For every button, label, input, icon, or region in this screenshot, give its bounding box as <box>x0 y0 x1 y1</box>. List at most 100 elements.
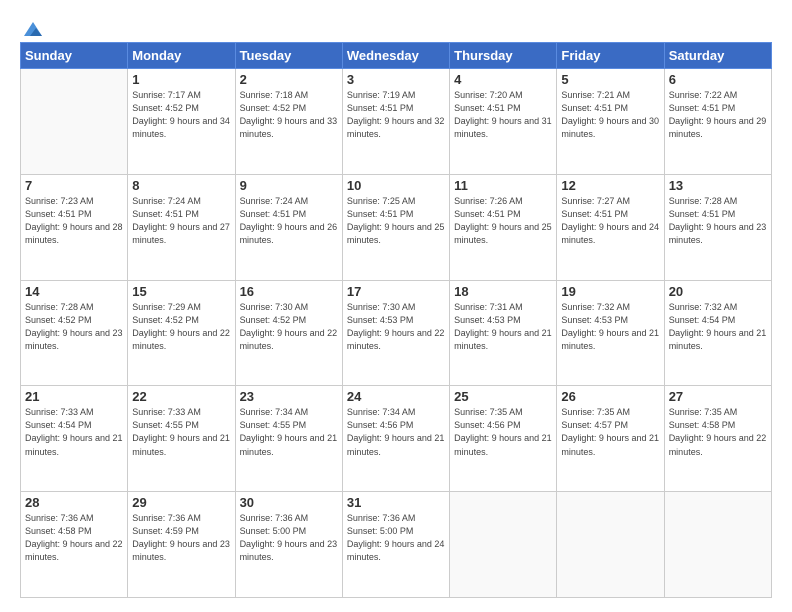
day-cell <box>557 492 664 598</box>
day-info: Sunrise: 7:34 AMSunset: 4:56 PMDaylight:… <box>347 406 445 458</box>
col-header-monday: Monday <box>128 43 235 69</box>
day-info: Sunrise: 7:36 AMSunset: 4:58 PMDaylight:… <box>25 512 123 564</box>
day-info: Sunrise: 7:32 AMSunset: 4:53 PMDaylight:… <box>561 301 659 353</box>
day-info: Sunrise: 7:30 AMSunset: 4:52 PMDaylight:… <box>240 301 338 353</box>
day-number: 20 <box>669 284 767 299</box>
day-number: 8 <box>132 178 230 193</box>
day-info: Sunrise: 7:18 AMSunset: 4:52 PMDaylight:… <box>240 89 338 141</box>
day-cell: 15 Sunrise: 7:29 AMSunset: 4:52 PMDayligh… <box>128 280 235 386</box>
week-row-2: 7Sunrise: 7:23 AMSunset: 4:51 PMDaylight… <box>21 174 772 280</box>
day-cell: 26 Sunrise: 7:35 AMSunset: 4:57 PMDayligh… <box>557 386 664 492</box>
day-number: 1 <box>132 72 230 87</box>
day-cell: 23 Sunrise: 7:34 AMSunset: 4:55 PMDayligh… <box>235 386 342 492</box>
day-number: 31 <box>347 495 445 510</box>
day-number: 15 <box>132 284 230 299</box>
day-cell <box>21 69 128 175</box>
day-info: Sunrise: 7:28 AMSunset: 4:51 PMDaylight:… <box>669 195 767 247</box>
day-cell: 9 Sunrise: 7:24 AMSunset: 4:51 PMDaylight… <box>235 174 342 280</box>
day-info: Sunrise: 7:29 AMSunset: 4:52 PMDaylight:… <box>132 301 230 353</box>
col-header-saturday: Saturday <box>664 43 771 69</box>
week-row-1: 1 Sunrise: 7:17 AMSunset: 4:52 PMDaylight… <box>21 69 772 175</box>
day-cell: 21 Sunrise: 7:33 AMSunset: 4:54 PMDayligh… <box>21 386 128 492</box>
day-number: 22 <box>132 389 230 404</box>
day-cell: 29Sunrise: 7:36 AMSunset: 4:59 PMDayligh… <box>128 492 235 598</box>
logo-icon <box>22 18 44 40</box>
day-cell: 10 Sunrise: 7:25 AMSunset: 4:51 PMDayligh… <box>342 174 449 280</box>
calendar-table: SundayMondayTuesdayWednesdayThursdayFrid… <box>20 42 772 598</box>
day-cell: 24Sunrise: 7:34 AMSunset: 4:56 PMDayligh… <box>342 386 449 492</box>
day-cell: 13 Sunrise: 7:28 AMSunset: 4:51 PMDayligh… <box>664 174 771 280</box>
day-cell: 4 Sunrise: 7:20 AMSunset: 4:51 PMDaylight… <box>450 69 557 175</box>
week-row-4: 21 Sunrise: 7:33 AMSunset: 4:54 PMDayligh… <box>21 386 772 492</box>
day-cell <box>664 492 771 598</box>
col-header-thursday: Thursday <box>450 43 557 69</box>
day-info: Sunrise: 7:35 AMSunset: 4:56 PMDaylight:… <box>454 406 552 458</box>
day-info: Sunrise: 7:24 AMSunset: 4:51 PMDaylight:… <box>240 195 338 247</box>
day-number: 13 <box>669 178 767 193</box>
day-info: Sunrise: 7:22 AMSunset: 4:51 PMDaylight:… <box>669 89 767 141</box>
day-number: 16 <box>240 284 338 299</box>
day-info: Sunrise: 7:25 AMSunset: 4:51 PMDaylight:… <box>347 195 445 247</box>
day-cell: 28 Sunrise: 7:36 AMSunset: 4:58 PMDayligh… <box>21 492 128 598</box>
day-number: 10 <box>347 178 445 193</box>
day-number: 3 <box>347 72 445 87</box>
day-info: Sunrise: 7:36 AMSunset: 5:00 PMDaylight:… <box>347 512 445 564</box>
day-cell: 6 Sunrise: 7:22 AMSunset: 4:51 PMDaylight… <box>664 69 771 175</box>
day-info: Sunrise: 7:23 AMSunset: 4:51 PMDaylight:… <box>25 195 123 247</box>
logo <box>20 18 44 34</box>
day-number: 9 <box>240 178 338 193</box>
day-cell: 25Sunrise: 7:35 AMSunset: 4:56 PMDayligh… <box>450 386 557 492</box>
day-number: 28 <box>25 495 123 510</box>
day-cell: 2Sunrise: 7:18 AMSunset: 4:52 PMDaylight… <box>235 69 342 175</box>
col-header-friday: Friday <box>557 43 664 69</box>
day-cell: 16 Sunrise: 7:30 AMSunset: 4:52 PMDayligh… <box>235 280 342 386</box>
day-cell: 30 Sunrise: 7:36 AMSunset: 5:00 PMDayligh… <box>235 492 342 598</box>
day-info: Sunrise: 7:33 AMSunset: 4:55 PMDaylight:… <box>132 406 230 458</box>
day-info: Sunrise: 7:34 AMSunset: 4:55 PMDaylight:… <box>240 406 338 458</box>
day-number: 17 <box>347 284 445 299</box>
day-number: 23 <box>240 389 338 404</box>
day-number: 30 <box>240 495 338 510</box>
day-info: Sunrise: 7:35 AMSunset: 4:57 PMDaylight:… <box>561 406 659 458</box>
day-number: 4 <box>454 72 552 87</box>
header <box>20 18 772 34</box>
day-number: 5 <box>561 72 659 87</box>
day-cell <box>450 492 557 598</box>
day-number: 6 <box>669 72 767 87</box>
day-info: Sunrise: 7:26 AMSunset: 4:51 PMDaylight:… <box>454 195 552 247</box>
day-number: 21 <box>25 389 123 404</box>
day-cell: 12Sunrise: 7:27 AMSunset: 4:51 PMDayligh… <box>557 174 664 280</box>
day-number: 11 <box>454 178 552 193</box>
day-cell: 5 Sunrise: 7:21 AMSunset: 4:51 PMDaylight… <box>557 69 664 175</box>
day-cell: 22 Sunrise: 7:33 AMSunset: 4:55 PMDayligh… <box>128 386 235 492</box>
day-info: Sunrise: 7:19 AMSunset: 4:51 PMDaylight:… <box>347 89 445 141</box>
page: SundayMondayTuesdayWednesdayThursdayFrid… <box>0 0 792 612</box>
day-info: Sunrise: 7:27 AMSunset: 4:51 PMDaylight:… <box>561 195 659 247</box>
day-info: Sunrise: 7:17 AMSunset: 4:52 PMDaylight:… <box>132 89 230 141</box>
day-info: Sunrise: 7:24 AMSunset: 4:51 PMDaylight:… <box>132 195 230 247</box>
day-info: Sunrise: 7:28 AMSunset: 4:52 PMDaylight:… <box>25 301 123 353</box>
day-cell: 11 Sunrise: 7:26 AMSunset: 4:51 PMDayligh… <box>450 174 557 280</box>
day-cell: 31 Sunrise: 7:36 AMSunset: 5:00 PMDayligh… <box>342 492 449 598</box>
day-cell: 19 Sunrise: 7:32 AMSunset: 4:53 PMDayligh… <box>557 280 664 386</box>
day-cell: 8 Sunrise: 7:24 AMSunset: 4:51 PMDaylight… <box>128 174 235 280</box>
col-header-wednesday: Wednesday <box>342 43 449 69</box>
day-info: Sunrise: 7:33 AMSunset: 4:54 PMDaylight:… <box>25 406 123 458</box>
day-cell: 7Sunrise: 7:23 AMSunset: 4:51 PMDaylight… <box>21 174 128 280</box>
day-info: Sunrise: 7:20 AMSunset: 4:51 PMDaylight:… <box>454 89 552 141</box>
day-number: 18 <box>454 284 552 299</box>
day-cell: 27Sunrise: 7:35 AMSunset: 4:58 PMDayligh… <box>664 386 771 492</box>
day-cell: 14Sunrise: 7:28 AMSunset: 4:52 PMDayligh… <box>21 280 128 386</box>
day-info: Sunrise: 7:31 AMSunset: 4:53 PMDaylight:… <box>454 301 552 353</box>
day-info: Sunrise: 7:32 AMSunset: 4:54 PMDaylight:… <box>669 301 767 353</box>
day-info: Sunrise: 7:36 AMSunset: 4:59 PMDaylight:… <box>132 512 230 564</box>
day-number: 19 <box>561 284 659 299</box>
day-number: 26 <box>561 389 659 404</box>
day-info: Sunrise: 7:21 AMSunset: 4:51 PMDaylight:… <box>561 89 659 141</box>
day-cell: 18 Sunrise: 7:31 AMSunset: 4:53 PMDayligh… <box>450 280 557 386</box>
day-info: Sunrise: 7:30 AMSunset: 4:53 PMDaylight:… <box>347 301 445 353</box>
week-row-5: 28 Sunrise: 7:36 AMSunset: 4:58 PMDayligh… <box>21 492 772 598</box>
day-info: Sunrise: 7:36 AMSunset: 5:00 PMDaylight:… <box>240 512 338 564</box>
col-header-sunday: Sunday <box>21 43 128 69</box>
day-cell: 20 Sunrise: 7:32 AMSunset: 4:54 PMDayligh… <box>664 280 771 386</box>
